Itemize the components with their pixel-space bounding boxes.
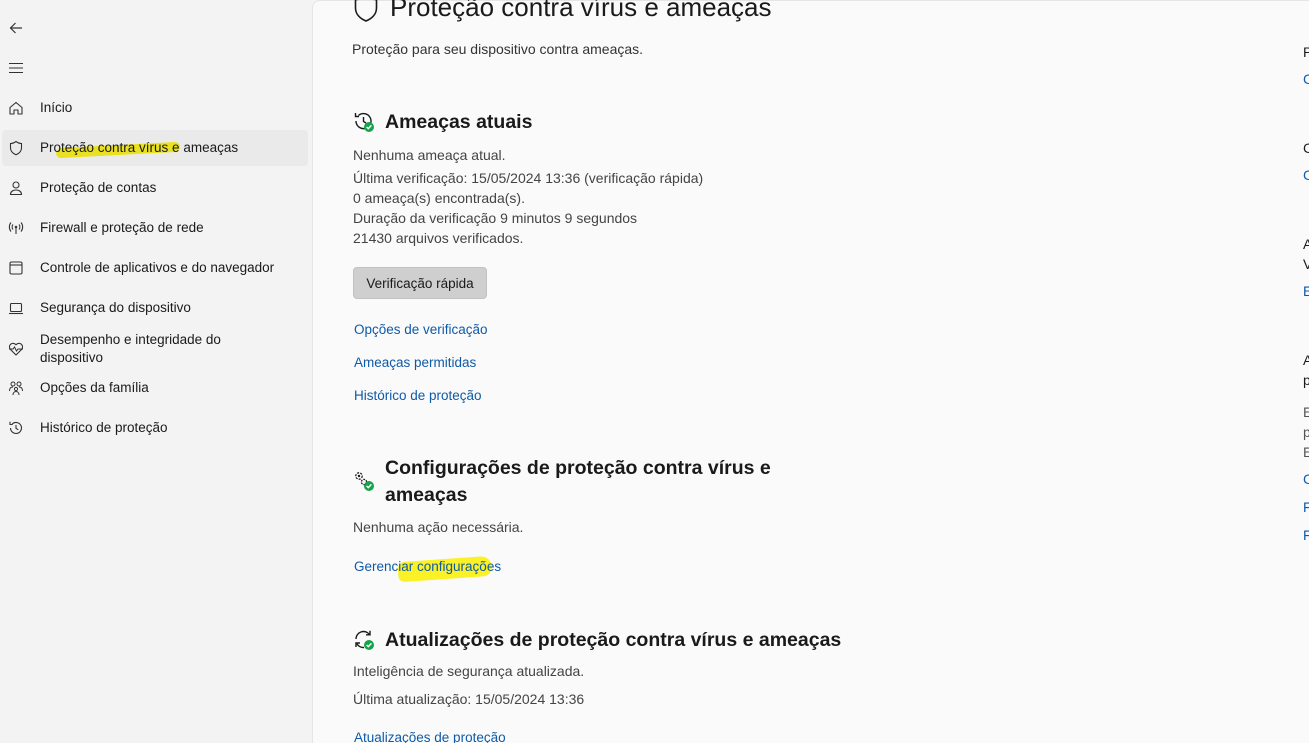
right-column-text: P: [1303, 44, 1309, 60]
heart-pulse-icon: [8, 341, 24, 357]
sidebar-item-label: Controle de aplicativos e do navegador: [40, 260, 275, 275]
scan-duration-text: Duração da verificação 9 minutos 9 segun…: [353, 210, 638, 226]
updates-status-text: Inteligência de segurança atualizada.: [353, 663, 585, 679]
page-subtitle: Proteção para seu dispositivo contra ame…: [352, 41, 644, 57]
sidebar-item-label: Início: [40, 100, 73, 115]
threats-found-text: 0 ameaça(s) encontrada(s).: [353, 190, 525, 206]
menu-button[interactable]: [4, 56, 28, 80]
right-column-text: p: [1303, 372, 1309, 388]
sidebar-item-label: Segurança do dispositivo: [40, 300, 191, 315]
antenna-icon: [8, 220, 24, 236]
right-column-text: A: [1303, 352, 1309, 368]
settings-status-text: Nenhuma ação necessária.: [353, 519, 524, 535]
right-column-link[interactable]: E: [1303, 283, 1309, 299]
last-update-text: Última atualização: 15/05/2024 13:36: [353, 691, 585, 707]
back-button[interactable]: [4, 16, 28, 40]
settings-title-line2: ameaças: [385, 484, 468, 506]
sidebar-item-label: Firewall e proteção de rede: [40, 220, 204, 235]
sidebar-item-label: Opções da família: [40, 380, 149, 395]
history-icon: [8, 420, 24, 436]
manage-settings-link[interactable]: Gerenciar configurações: [354, 559, 501, 574]
page-title: Proteção contra vírus e ameaças: [390, 0, 772, 22]
sidebar-item-device-performance[interactable]: Desempenho e integridade do dispositivo: [2, 329, 308, 369]
settings-title: Configurações de proteção contra vírus e…: [385, 455, 805, 509]
right-column-link[interactable]: C: [1303, 167, 1309, 183]
sidebar-item-label: Histórico de proteção: [40, 420, 168, 435]
allowed-threats-link[interactable]: Ameaças permitidas: [354, 355, 476, 370]
update-refresh-icon: [355, 630, 374, 650]
right-column-text: E: [1303, 444, 1309, 460]
right-column-text: C: [1303, 140, 1309, 156]
navigation-sidebar: Início Proteção contra vírus e ameaças P…: [0, 0, 312, 743]
quick-scan-button[interactable]: Verificação rápida: [353, 267, 487, 299]
right-column-link[interactable]: C: [1303, 471, 1309, 487]
sidebar-item-protection-history[interactable]: Histórico de proteção: [2, 410, 308, 446]
sidebar-item-label: Proteção de contas: [40, 180, 157, 195]
laptop-icon: [8, 300, 24, 316]
settings-title-line1: Configurações de proteção contra vírus e: [385, 457, 771, 479]
settings-gears-icon: [355, 472, 374, 491]
current-threats-title: Ameaças atuais: [385, 111, 533, 133]
hamburger-menu-icon: [9, 62, 23, 74]
sidebar-item-family-options[interactable]: Opções da família: [2, 370, 308, 406]
person-icon: [8, 180, 24, 196]
back-arrow-icon: [9, 22, 22, 34]
threat-status-text: Nenhuma ameaça atual.: [353, 147, 506, 163]
shield-icon: [8, 140, 24, 156]
sidebar-item-device-security[interactable]: Segurança do dispositivo: [2, 290, 308, 326]
sidebar-item-label: Desempenho e integridade do dispositivo: [40, 332, 221, 365]
right-column-link[interactable]: F: [1303, 527, 1309, 543]
sidebar-item-virus-protection[interactable]: Proteção contra vírus e ameaças: [2, 130, 308, 166]
updates-title: Atualizações de proteção contra vírus e …: [385, 629, 842, 651]
files-scanned-text: 21430 arquivos verificados.: [353, 230, 524, 246]
sidebar-item-label: Proteção contra vírus e ameaças: [40, 140, 239, 155]
sidebar-item-inicio[interactable]: Início: [2, 90, 308, 126]
family-icon: [8, 380, 24, 396]
right-column-text: p: [1303, 424, 1309, 440]
scan-options-link[interactable]: Opções de verificação: [354, 322, 488, 337]
protection-history-link[interactable]: Histórico de proteção: [354, 388, 482, 403]
last-scan-text: Última verificação: 15/05/2024 13:36 (ve…: [353, 170, 704, 186]
home-icon: [8, 100, 24, 116]
scan-clock-icon: [354, 112, 374, 132]
app-window-icon: [8, 260, 24, 276]
sidebar-item-account-protection[interactable]: Proteção de contas: [2, 170, 308, 206]
right-column-text: A: [1303, 236, 1309, 252]
right-column-text: E: [1303, 404, 1309, 420]
sidebar-item-firewall[interactable]: Firewall e proteção de rede: [2, 210, 308, 246]
shield-icon: [354, 0, 378, 22]
sidebar-item-app-browser-control[interactable]: Controle de aplicativos e do navegador: [2, 250, 308, 286]
right-column-text: V: [1303, 256, 1309, 272]
right-column-link[interactable]: C: [1303, 71, 1309, 87]
protection-updates-link[interactable]: Atualizações de proteção: [354, 730, 506, 743]
right-column-link[interactable]: F: [1303, 499, 1309, 515]
